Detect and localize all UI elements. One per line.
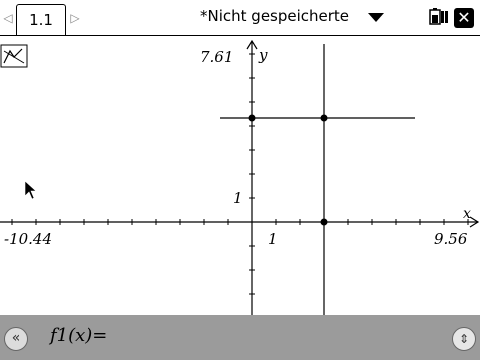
tab-prev-icon[interactable]: ◁ (3, 10, 13, 26)
x-min-label: -10.44 (4, 230, 52, 248)
x-max-label: 9.56 (434, 230, 468, 248)
tab-next-icon[interactable]: ▷ (70, 10, 80, 26)
point[interactable] (248, 114, 256, 122)
top-bar: ◁ 1.1 ▷ *Nicht gespeicherte ✕ (0, 0, 480, 36)
document-title[interactable]: *Nicht gespeicherte (200, 7, 349, 25)
chevron-down-icon[interactable] (368, 13, 384, 22)
point[interactable] (320, 114, 328, 122)
point[interactable] (320, 218, 328, 226)
function-input[interactable] (108, 322, 444, 352)
x-tick-label: 1 (268, 230, 278, 248)
function-label: f1(x)= (50, 325, 108, 346)
y-max-label: 7.61 (200, 48, 233, 66)
mouse-pointer-icon (24, 180, 37, 200)
y-axis-label: y (258, 46, 268, 64)
close-icon[interactable]: ✕ (454, 8, 474, 28)
battery-icon (429, 8, 448, 25)
y-tick-label: 1 (233, 189, 243, 207)
tab-label: 1.1 (29, 11, 53, 29)
axis-ticks (11, 53, 469, 295)
graph-area[interactable]: 7.61 y 1 -10.44 1 9.56 x (0, 37, 480, 315)
tab-1-1[interactable]: 1.1 (16, 4, 66, 35)
history-scroll-icon[interactable]: ⇕ (452, 327, 476, 351)
graph-entry-toggle-icon[interactable] (0, 44, 28, 68)
x-axis-label: x (463, 206, 471, 222)
collapse-entry-icon[interactable]: « (4, 327, 28, 351)
